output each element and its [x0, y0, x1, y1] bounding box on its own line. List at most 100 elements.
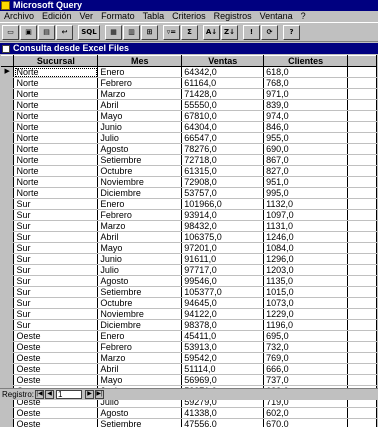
table-row[interactable]: SurDiciembre98378,01196,0 [1, 320, 377, 331]
table-cell[interactable]: Enero [98, 199, 182, 210]
table-cell[interactable]: 839,0 [264, 100, 348, 111]
row-selector[interactable] [1, 287, 14, 298]
row-selector[interactable]: ▶ [1, 67, 14, 78]
table-cell[interactable]: 47556,0 [182, 419, 264, 427]
table-row[interactable]: NorteOctubre61315,0827,0 [1, 166, 377, 177]
show-criteria-button[interactable]: ▥ [123, 25, 140, 40]
table-row[interactable]: SurAbril106375,01246,0 [1, 232, 377, 243]
table-cell[interactable]: 951,0 [264, 177, 348, 188]
table-row[interactable]: OesteMayo56969,0737,0 [1, 375, 377, 386]
prev-record-button[interactable]: ◀ [45, 390, 54, 399]
row-selector[interactable] [1, 364, 14, 375]
table-cell[interactable]: Oeste [14, 353, 98, 364]
table-cell[interactable]: Norte [14, 155, 98, 166]
table-cell[interactable]: 72718,0 [182, 155, 264, 166]
row-selector[interactable] [1, 375, 14, 386]
table-cell[interactable]: Octubre [98, 298, 182, 309]
table-row[interactable]: NorteAgosto78276,0690,0 [1, 144, 377, 155]
table-cell[interactable]: Diciembre [98, 320, 182, 331]
table-cell[interactable]: Norte [14, 177, 98, 188]
table-row[interactable]: SurAgosto99546,01135,0 [1, 276, 377, 287]
table-cell[interactable]: 53757,0 [182, 188, 264, 199]
row-selector[interactable] [1, 188, 14, 199]
table-row[interactable]: SurMayo97201,01084,0 [1, 243, 377, 254]
totals-button[interactable]: Σ [181, 25, 198, 40]
table-cell[interactable]: Sur [14, 243, 98, 254]
table-row[interactable]: NorteAbril55550,0839,0 [1, 100, 377, 111]
table-cell[interactable]: 41338,0 [182, 408, 264, 419]
table-cell[interactable]: Abril [98, 100, 182, 111]
table-cell[interactable]: Julio [98, 133, 182, 144]
row-selector[interactable] [1, 89, 14, 100]
table-cell[interactable]: 867,0 [264, 155, 348, 166]
table-row[interactable]: SurNoviembre94122,01229,0 [1, 309, 377, 320]
table-cell[interactable]: Norte [14, 111, 98, 122]
table-cell[interactable]: Oeste [14, 419, 98, 427]
table-cell[interactable]: Sur [14, 199, 98, 210]
table-cell[interactable]: Noviembre [98, 309, 182, 320]
table-cell[interactable]: 827,0 [264, 166, 348, 177]
row-selector[interactable] [1, 298, 14, 309]
table-cell[interactable]: 1229,0 [264, 309, 348, 320]
table-cell[interactable]: Noviembre [98, 177, 182, 188]
table-cell[interactable]: 1246,0 [264, 232, 348, 243]
row-selector[interactable] [1, 419, 14, 427]
row-selector[interactable] [1, 166, 14, 177]
table-cell[interactable]: Junio [98, 254, 182, 265]
row-selector[interactable] [1, 155, 14, 166]
table-cell[interactable]: Sur [14, 210, 98, 221]
table-cell[interactable]: Oeste [14, 331, 98, 342]
table-cell[interactable]: 1296,0 [264, 254, 348, 265]
table-cell[interactable]: 971,0 [264, 89, 348, 100]
table-row[interactable]: OesteEnero45411,0695,0 [1, 331, 377, 342]
table-cell[interactable]: 93914,0 [182, 210, 264, 221]
table-cell[interactable]: 64304,0 [182, 122, 264, 133]
row-selector[interactable] [1, 210, 14, 221]
table-cell[interactable]: Marzo [98, 353, 182, 364]
table-cell[interactable]: 64342,0 [182, 67, 264, 78]
row-selector[interactable] [1, 111, 14, 122]
save-query-button[interactable]: ▤ [38, 25, 55, 40]
table-cell[interactable]: 97201,0 [182, 243, 264, 254]
row-selector[interactable] [1, 243, 14, 254]
table-row[interactable]: NorteNoviembre72908,0951,0 [1, 177, 377, 188]
sort-asc-button[interactable]: A↓ [203, 25, 220, 40]
table-row[interactable]: ▶NorteEnero64342,0618,0 [1, 67, 377, 78]
row-selector[interactable] [1, 265, 14, 276]
table-cell[interactable]: 1131,0 [264, 221, 348, 232]
table-cell[interactable]: 106375,0 [182, 232, 264, 243]
table-cell[interactable]: Abril [98, 364, 182, 375]
table-cell[interactable]: 105377,0 [182, 287, 264, 298]
table-row[interactable]: SurSetiembre105377,01015,0 [1, 287, 377, 298]
row-selector[interactable] [1, 276, 14, 287]
row-selector[interactable] [1, 309, 14, 320]
table-cell[interactable]: 1135,0 [264, 276, 348, 287]
table-cell[interactable]: 618,0 [264, 67, 348, 78]
table-row[interactable]: NorteDiciembre53757,0995,0 [1, 188, 377, 199]
auto-query-button[interactable]: ⟳ [261, 25, 278, 40]
table-cell[interactable]: 1097,0 [264, 210, 348, 221]
table-cell[interactable]: Oeste [14, 364, 98, 375]
table-cell[interactable]: 66547,0 [182, 133, 264, 144]
table-row[interactable]: NorteFebrero61164,0768,0 [1, 78, 377, 89]
table-row[interactable]: NorteJulio66547,0955,0 [1, 133, 377, 144]
table-cell[interactable]: 51114,0 [182, 364, 264, 375]
table-cell[interactable]: Agosto [98, 408, 182, 419]
table-cell[interactable]: Setiembre [98, 287, 182, 298]
menu-item[interactable]: Formato [101, 11, 135, 22]
table-cell[interactable]: 1073,0 [264, 298, 348, 309]
next-record-button[interactable]: ▶ [85, 390, 94, 399]
table-row[interactable]: SurMarzo98432,01131,0 [1, 221, 377, 232]
table-cell[interactable]: Mayo [98, 243, 182, 254]
table-cell[interactable]: 56969,0 [182, 375, 264, 386]
table-cell[interactable]: 732,0 [264, 342, 348, 353]
table-cell[interactable]: Norte [14, 188, 98, 199]
table-cell[interactable]: 690,0 [264, 144, 348, 155]
table-cell[interactable]: Sur [14, 254, 98, 265]
last-record-button[interactable]: ▶| [95, 390, 104, 399]
table-cell[interactable]: Sur [14, 309, 98, 320]
table-cell[interactable]: Oeste [14, 342, 98, 353]
table-cell[interactable]: Enero [98, 331, 182, 342]
table-cell[interactable]: 955,0 [264, 133, 348, 144]
table-cell[interactable]: Sur [14, 298, 98, 309]
